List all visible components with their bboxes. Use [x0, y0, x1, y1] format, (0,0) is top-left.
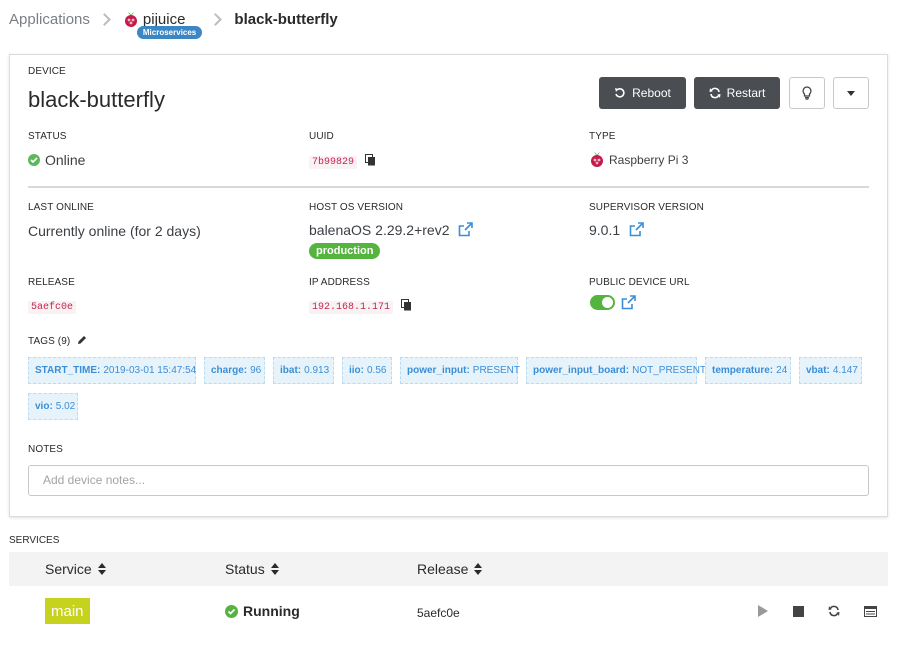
type-value: Raspberry Pi 3 [589, 150, 688, 168]
chevron-right-icon [98, 12, 111, 26]
release-text[interactable]: 5aefc0e [28, 301, 77, 314]
table-row: main Running 5aefc0e [9, 586, 888, 638]
tag-item[interactable]: vio: 5.02 [28, 393, 78, 420]
uuid-label: UUID [309, 131, 334, 142]
service-name[interactable]: main [45, 598, 90, 624]
external-link-icon[interactable] [621, 295, 636, 310]
tag-item[interactable]: temperature: 24 [705, 357, 791, 384]
reboot-icon [615, 88, 625, 98]
copy-icon[interactable] [400, 299, 412, 311]
services-label: SERVICES [9, 535, 60, 546]
chevron-right-icon [209, 12, 223, 26]
sort-icon [270, 563, 279, 575]
release-label: RELEASE [28, 277, 75, 288]
check-circle-icon [28, 154, 40, 166]
toggle-knob [602, 297, 613, 308]
external-link-icon[interactable] [458, 222, 474, 237]
pencil-icon[interactable] [77, 335, 87, 345]
device-name: black-butterfly [28, 87, 165, 112]
host-os-label: HOST OS VERSION [309, 202, 404, 213]
sort-icon [97, 563, 106, 575]
service-logs-button[interactable] [861, 602, 879, 620]
microservices-badge: Microservices [136, 26, 203, 39]
reboot-button[interactable]: Reboot [599, 77, 686, 109]
device-notes-input[interactable] [28, 465, 869, 496]
type-text: Raspberry Pi 3 [609, 153, 689, 167]
supervisor-text: 9.0.1 [589, 222, 621, 238]
ip-label: IP ADDRESS [309, 277, 370, 288]
tag-item[interactable]: power_input: PRESENT [400, 357, 520, 384]
last-online-value: Currently online (for 2 days) [28, 223, 201, 239]
terminal-icon [863, 605, 877, 617]
production-badge: production [309, 243, 381, 259]
check-circle-icon [225, 604, 238, 618]
breadcrumb-applications-link[interactable]: Applications [9, 11, 90, 28]
type-label: TYPE [589, 131, 616, 142]
services-table-header: Service Status Release [9, 552, 888, 586]
raspberry-pi-icon [124, 12, 137, 27]
breadcrumb: Applications pijuice Microservices black… [9, 8, 338, 39]
breadcrumb-app-name: pijuice [142, 10, 186, 28]
start-service-button[interactable] [754, 602, 772, 620]
uuid-text: 7b99829 [309, 156, 358, 169]
reboot-label: Reboot [632, 86, 671, 100]
tags-label-text: TAGS (9) [28, 336, 71, 347]
status-text: Online [45, 152, 86, 168]
tag-item[interactable]: vbat: 4.147 [799, 357, 862, 384]
public-url-label: PUBLIC DEVICE URL [589, 277, 690, 288]
last-online-label: LAST ONLINE [28, 202, 94, 213]
copy-icon[interactable] [364, 154, 376, 166]
more-actions-dropdown[interactable] [833, 77, 869, 109]
tag-item[interactable]: iio: 0.56 [342, 357, 392, 384]
uuid-value: 7b99829 [309, 151, 376, 169]
column-header-service[interactable]: Service [45, 552, 106, 586]
restart-service-button[interactable] [825, 602, 843, 620]
supervisor-label: SUPERVISOR VERSION [589, 202, 704, 213]
sort-icon [474, 563, 483, 575]
lightbulb-icon [802, 86, 812, 100]
restart-button[interactable]: Restart [694, 77, 780, 109]
stop-icon [792, 605, 804, 617]
service-status-text: Running [243, 603, 300, 619]
device-section-label: DEVICE [28, 66, 66, 77]
tag-item[interactable]: charge: 96 [204, 357, 265, 384]
refresh-icon [709, 87, 721, 99]
restart-label: Restart [726, 86, 766, 100]
device-card: DEVICE black-butterfly Reboot Restart ST… [9, 54, 888, 517]
play-icon [758, 605, 768, 617]
public-url-toggle[interactable] [590, 295, 615, 310]
tag-item[interactable]: START_TIME: 2019-03-01 15:47:54 [28, 357, 196, 384]
tags-label: TAGS (9) [28, 335, 87, 347]
external-link-icon[interactable] [629, 222, 644, 237]
notes-label: NOTES [28, 444, 63, 455]
column-header-status[interactable]: Status [225, 552, 279, 586]
column-header-release[interactable]: Release [417, 552, 483, 586]
service-status: Running [225, 603, 300, 619]
release-value: 5aefc0e [28, 296, 77, 314]
supervisor-value: 9.0.1 [589, 222, 644, 238]
host-os-text: balenaOS 2.29.2+rev2 [309, 222, 450, 238]
status-value: Online [28, 152, 85, 168]
raspberry-pi-icon [591, 152, 603, 167]
service-release: 5aefc0e [417, 606, 460, 620]
breadcrumb-app[interactable]: pijuice Microservices [123, 10, 203, 39]
ip-text: 192.168.1.171 [309, 301, 394, 314]
identify-device-button[interactable] [789, 77, 825, 109]
refresh-icon [828, 605, 840, 617]
stop-service-button[interactable] [789, 602, 807, 620]
tag-item[interactable]: ibat: 0.913 [273, 357, 334, 384]
divider [28, 186, 869, 188]
caret-down-icon [847, 90, 855, 96]
tag-item[interactable]: power_input_board: NOT_PRESENT [526, 357, 706, 384]
ip-value: 192.168.1.171 [309, 296, 412, 314]
breadcrumb-current: black-butterfly [234, 10, 338, 28]
status-label: STATUS [28, 131, 67, 142]
host-os-value: balenaOS 2.29.2+rev2 [309, 222, 474, 238]
